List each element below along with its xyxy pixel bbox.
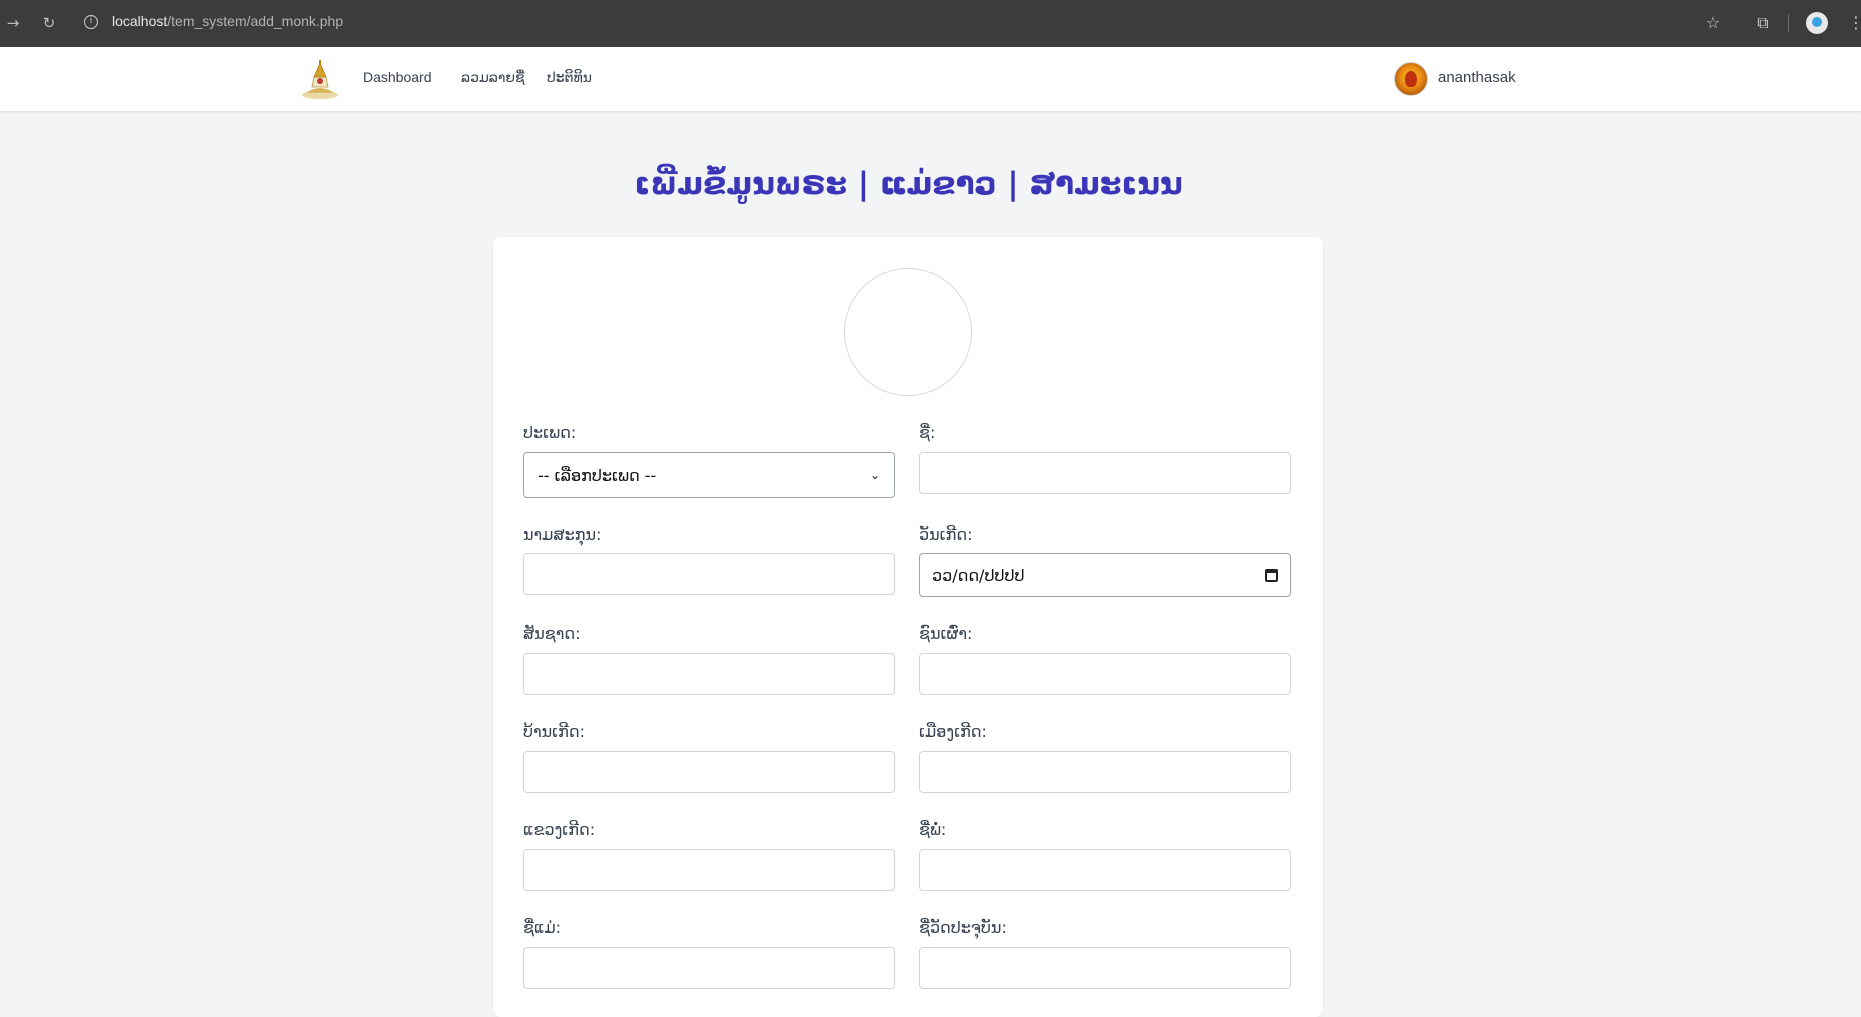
browser-menu-icon[interactable]: ⋮ [1845,12,1861,34]
calendar-icon[interactable] [1265,568,1278,582]
birthdate-label: ວັນເກີດ: [919,525,973,544]
nav-link-calendar[interactable]: ປະຕິທິນ [547,69,592,86]
nav-link-all-names[interactable]: ລວມລາຍຊື່ [461,69,525,86]
bookmark-star-icon[interactable]: ☆ [1702,12,1724,34]
username[interactable]: ananthasak [1438,69,1516,86]
site-info-icon[interactable]: i [84,15,98,29]
nationality-label: ສັນຊາດ: [523,624,581,643]
name-label: ຊື່: [919,423,936,442]
birth-province-input[interactable] [523,849,895,891]
surname-label: ນາມສະກຸນ: [523,525,602,544]
current-temple-label: ຊື່ວັດປະຈຸບັນ: [919,918,1007,937]
photo-preview[interactable] [844,268,972,396]
user-avatar[interactable] [1394,62,1428,96]
nav-link-dashboard[interactable]: Dashboard [363,69,432,85]
ethnicity-label: ຊົນເຜົ່າ: [919,624,973,643]
top-navbar: Dashboard ລວມລາຍຊື່ ປະຕິທິນ ananthasak [0,47,1861,112]
toolbar-divider [1788,14,1789,32]
browser-toolbar: → ↻ i localhost/tem_system/add_monk.php … [0,0,1861,47]
nationality-input[interactable] [523,653,895,695]
birthdate-placeholder: ວວ/ດດ/ປປປປ [932,565,1025,585]
type-select[interactable]: -- ເລືອກປະເພດ -- ⌄ [523,452,895,498]
father-name-input[interactable] [919,849,1291,891]
current-temple-input[interactable] [919,947,1291,989]
add-monk-form-card: ປະເພດ: -- ເລືອກປະເພດ -- ⌄ ຊື່: ນາມສະກຸນ:… [493,237,1323,1017]
mother-name-label: ຊື່ແມ່: [523,918,562,937]
surname-input[interactable] [523,553,895,595]
temple-logo[interactable] [298,57,342,101]
forward-icon[interactable]: → [2,12,24,34]
ethnicity-input[interactable] [919,653,1291,695]
browser-profile-avatar[interactable] [1806,12,1828,34]
type-select-value: -- ເລືອກປະເພດ -- [538,465,657,485]
birth-province-label: ແຂວງເກີດ: [523,820,596,839]
address-bar[interactable]: localhost/tem_system/add_monk.php [112,13,343,29]
birth-district-label: ເມືອງເກີດ: [919,722,987,741]
father-name-label: ຊື່ພໍ່: [919,820,947,839]
url-host: localhost [112,13,168,29]
type-label: ປະເພດ: [523,423,577,442]
chevron-down-icon: ⌄ [869,468,880,482]
birth-village-label: ບ້ານເກີດ: [523,722,585,741]
extensions-icon[interactable]: ⧉ [1752,12,1774,34]
birth-district-input[interactable] [919,751,1291,793]
mother-name-input[interactable] [523,947,895,989]
url-path: /tem_system/add_monk.php [167,13,344,29]
birth-village-input[interactable] [523,751,895,793]
birthdate-input[interactable]: ວວ/ດດ/ປປປປ [919,553,1291,597]
reload-icon[interactable]: ↻ [38,12,60,34]
page-title: ເພີ່ມຂໍ້ມູນພຣະ | ແມ່ຂາວ | ສາມະເນນ [634,166,1183,202]
name-input[interactable] [919,452,1291,494]
